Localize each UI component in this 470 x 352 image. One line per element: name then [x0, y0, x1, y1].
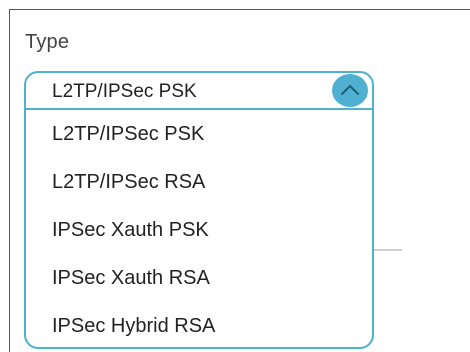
option-ipsec-xauth-rsa[interactable]: IPSec Xauth RSA	[26, 254, 372, 302]
option-l2tp-ipsec-rsa[interactable]: L2TP/IPSec RSA	[26, 158, 372, 206]
vpn-type-dialog: Type L2TP/IPSec PSK L2TP/IPSec PSK L2TP/…	[0, 0, 470, 352]
type-label: Type	[25, 31, 70, 53]
option-ipsec-hybrid-rsa[interactable]: IPSec Hybrid RSA	[26, 302, 372, 347]
option-l2tp-ipsec-psk[interactable]: L2TP/IPSec PSK	[26, 110, 372, 158]
type-dropdown[interactable]: L2TP/IPSec PSK L2TP/IPSec PSK L2TP/IPSec…	[24, 71, 374, 349]
dropdown-toggle-button[interactable]	[332, 74, 368, 107]
selected-type-value: L2TP/IPSec PSK	[52, 81, 197, 102]
option-ipsec-xauth-psk[interactable]: IPSec Xauth PSK	[26, 206, 372, 254]
field-underline	[372, 249, 402, 251]
chevron-up-icon	[341, 85, 359, 95]
type-options-list: L2TP/IPSec PSK L2TP/IPSec RSA IPSec Xaut…	[26, 110, 372, 347]
type-select[interactable]: L2TP/IPSec PSK	[26, 73, 372, 110]
